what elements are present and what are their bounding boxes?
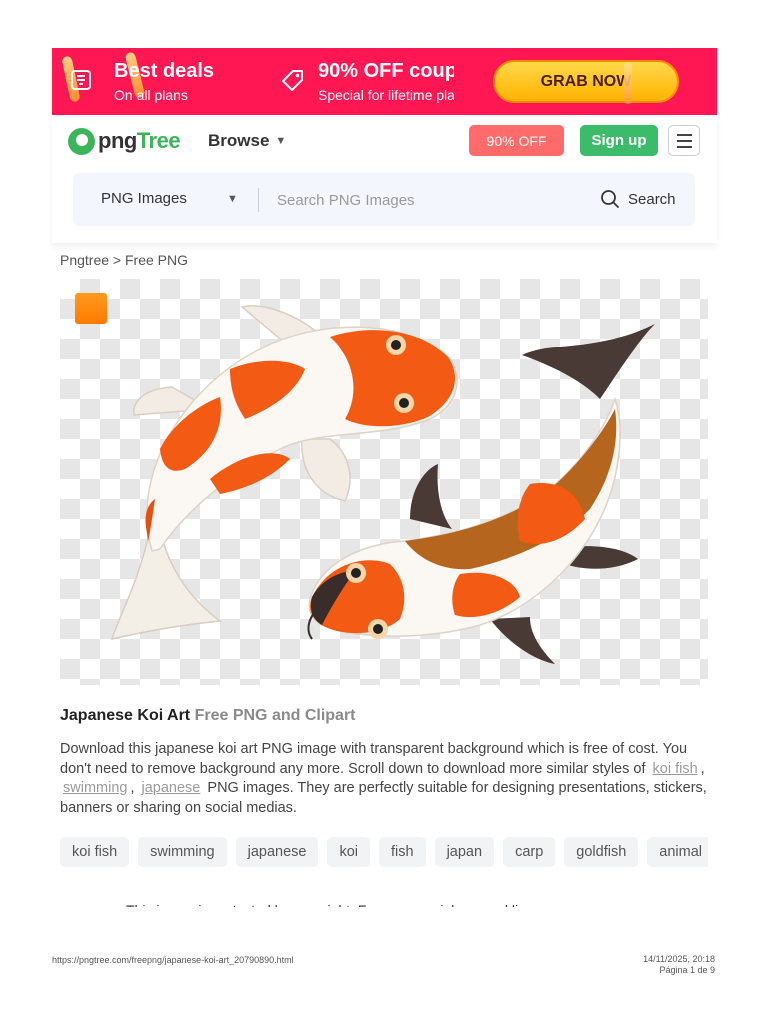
caret-down-icon[interactable]: ▼: [227, 193, 238, 205]
description: Download this japanese koi art PNG image…: [60, 741, 707, 816]
coupon-title: 90% OFF coupon: [318, 60, 454, 82]
search-bar: PNG Images ▼ Search: [73, 173, 695, 226]
browse-menu[interactable]: Browse ▼: [208, 131, 286, 151]
footer-meta: 14/11/2025, 20:18 Página 1 de 9: [643, 954, 715, 976]
search-input[interactable]: [277, 186, 577, 214]
browse-label: Browse: [208, 131, 270, 150]
deal-title: Best deals: [114, 60, 215, 82]
logo-icon: [68, 127, 95, 155]
tag-animal[interactable]: animal: [647, 837, 708, 867]
desc-link-swimming[interactable]: swimming: [60, 780, 130, 796]
discount-button[interactable]: 90% OFF: [469, 125, 564, 156]
description-text: Download this japanese koi art PNG image…: [60, 741, 688, 777]
gift-card-icon: [71, 70, 91, 90]
footer-date: 14/11/2025, 20:18: [643, 954, 715, 964]
tag-icon: [282, 70, 303, 91]
grab-now-button[interactable]: GRAB NOW: [493, 60, 679, 103]
tag-japan[interactable]: japan: [434, 837, 495, 867]
tag-japanese[interactable]: japanese: [235, 837, 319, 867]
logo-text: pngTree: [98, 128, 181, 153]
decoration-streak: [624, 62, 632, 104]
tag-carp[interactable]: carp: [503, 837, 556, 867]
search-button[interactable]: Search: [600, 189, 676, 209]
copyright-notice: This image is protected by copyright. Fo…: [126, 898, 626, 907]
caret-down-icon: ▼: [275, 135, 287, 147]
tag-fish[interactable]: fish: [379, 837, 426, 867]
desc-link-koi-fish[interactable]: koi fish: [650, 761, 701, 777]
tag-swimming[interactable]: swimming: [138, 837, 227, 867]
page-title: Japanese Koi Art Free PNG and Clipart: [60, 707, 356, 725]
tag-koi-fish[interactable]: koi fish: [60, 837, 130, 867]
breadcrumb[interactable]: Pngtree > Free PNG: [60, 252, 188, 268]
signup-button[interactable]: Sign up: [580, 125, 658, 156]
footer-url: https://pngtree.com/freepng/japanese-koi…: [52, 955, 294, 965]
search-button-label: Search: [628, 190, 676, 208]
deal-subtitle: On all plans: [114, 87, 188, 103]
tag-list: koi fish swimming japanese koi fish japa…: [60, 837, 708, 867]
desc-link-japanese[interactable]: japanese: [139, 780, 204, 796]
search-type-select[interactable]: PNG Images: [101, 190, 187, 207]
search-divider: [258, 188, 259, 212]
search-icon: [601, 190, 619, 208]
hamburger-menu-icon[interactable]: [668, 125, 700, 156]
koi-image-preview[interactable]: [60, 279, 708, 685]
tag-koi[interactable]: koi: [327, 837, 370, 867]
title-muted: Free PNG and Clipart: [194, 707, 356, 724]
title-main: Japanese Koi Art: [60, 707, 191, 724]
site-header: pngTree Browse ▼ 90% OFF Sign up PNG Ima…: [52, 115, 717, 243]
coupon-subtitle: Special for lifetime plan: [318, 87, 454, 103]
koi-illustration: [110, 305, 655, 664]
tag-goldfish[interactable]: goldfish: [564, 837, 639, 867]
footer-page: Página 1 de 9: [659, 965, 715, 975]
promo-banner[interactable]: Best deals On all plans 90% OFF coupon S…: [52, 48, 717, 115]
pngtree-logo[interactable]: pngTree: [68, 127, 194, 155]
